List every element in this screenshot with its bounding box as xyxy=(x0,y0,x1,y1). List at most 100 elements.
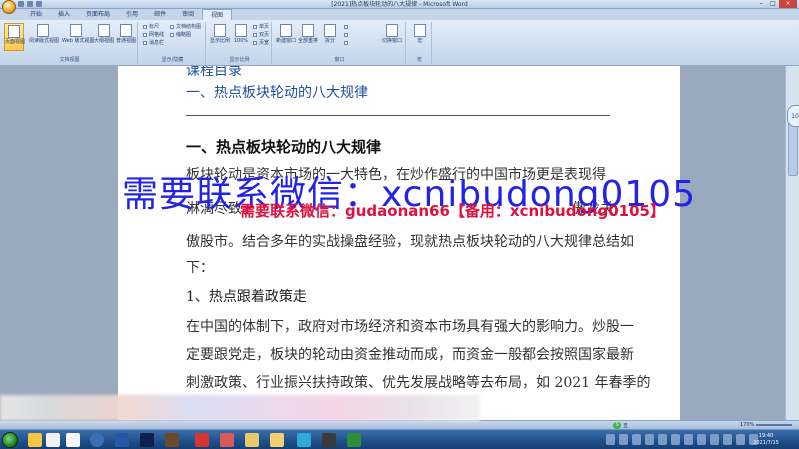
document-views-label: 文档视图 xyxy=(59,57,80,63)
tray-icon[interactable] xyxy=(632,434,641,445)
message-bar-checkbox[interactable]: 消息栏 xyxy=(143,40,164,46)
tab-home[interactable]: 开始 xyxy=(22,9,50,20)
chat-app-icon[interactable] xyxy=(297,433,311,447)
clock[interactable]: 19:40 2021/7/15 xyxy=(746,433,786,447)
divider xyxy=(186,115,610,116)
zoom-button[interactable]: 显示比例 xyxy=(210,23,230,51)
hundred-percent-button[interactable]: 100% xyxy=(231,23,251,51)
folder-icon[interactable] xyxy=(245,433,259,447)
tray-icon[interactable] xyxy=(645,434,654,445)
tab-view[interactable]: 视图 xyxy=(202,9,233,20)
tab-insert[interactable]: 插入 xyxy=(50,9,78,20)
zoom-level[interactable]: 170% xyxy=(740,422,754,428)
print-layout-button[interactable]: 页面视图 xyxy=(4,23,25,51)
maximize-button[interactable]: □ xyxy=(767,0,779,8)
draft-button[interactable]: 普通视图 xyxy=(116,23,136,51)
document-views-group: 页面视图 阅读版式视图 Web 版式视图 大纲视图 普通视图 文档视图 xyxy=(2,22,138,64)
print-layout-icon xyxy=(8,25,20,38)
side-by-side-button[interactable] xyxy=(344,24,350,30)
ime-logo-icon: S xyxy=(613,422,621,429)
macros-icon xyxy=(414,24,426,37)
tray-icon[interactable] xyxy=(697,434,706,445)
app-k-icon[interactable] xyxy=(90,433,104,447)
zoom-group: 显示比例 100% 单页 双页 页宽 显示比例 xyxy=(208,22,272,64)
outline-icon xyxy=(98,24,110,37)
tab-references[interactable]: 引用 xyxy=(118,9,146,20)
reading-layout-button[interactable]: 阅读版式视图 xyxy=(29,23,59,51)
hundred-percent-icon xyxy=(235,24,247,37)
tab-mailings[interactable]: 邮件 xyxy=(146,9,174,20)
web-layout-icon xyxy=(70,24,82,37)
tray-icon[interactable] xyxy=(736,434,745,445)
document-page[interactable]: 课程目录 一、热点板块轮动的八大规律 一、热点板块轮动的八大规律 板块轮动是资本… xyxy=(118,66,680,420)
toc-item[interactable]: 一、热点板块轮动的八大规律 xyxy=(186,82,368,102)
gridlines-checkbox[interactable]: 网格线 xyxy=(143,32,164,38)
folder2-icon[interactable] xyxy=(270,433,284,447)
paragraph-line: 傲股市。结合多年的实战操盘经验，现就热点板块轮动的八大规律总结如 xyxy=(186,234,634,250)
macros-group: 宏 宏 xyxy=(408,22,432,64)
tray-icon[interactable] xyxy=(658,434,667,445)
media-icon[interactable] xyxy=(66,433,80,447)
paragraph-line: 下： xyxy=(186,260,214,276)
page-width-button[interactable]: 页宽 xyxy=(253,40,269,46)
tray-icon[interactable] xyxy=(606,434,615,445)
macros-group-label: 宏 xyxy=(416,57,422,63)
minimize-button[interactable]: – xyxy=(755,0,767,8)
close-button[interactable]: × xyxy=(779,0,797,8)
photoshop-icon[interactable] xyxy=(140,433,154,447)
clock-time: 19:40 xyxy=(758,433,774,439)
section-heading: 一、热点板块轮动的八大规律 xyxy=(186,138,382,156)
word-taskbar-icon[interactable] xyxy=(115,433,129,447)
camera-app-icon[interactable] xyxy=(322,433,336,447)
sync-scroll-button[interactable] xyxy=(344,32,350,38)
tray-icon[interactable] xyxy=(723,434,732,445)
horse-app-icon[interactable] xyxy=(165,433,179,447)
new-window-button[interactable]: 新建窗口 xyxy=(276,23,296,51)
side-float-badge[interactable]: 10 xyxy=(787,105,799,127)
tray-icon[interactable] xyxy=(671,434,680,445)
ruler-checkbox[interactable]: 标尺 xyxy=(143,24,159,30)
arrange-all-button[interactable]: 全部重排 xyxy=(298,23,318,51)
one-page-button[interactable]: 单页 xyxy=(253,24,269,30)
red-app-icon[interactable] xyxy=(195,433,209,447)
paragraph-line: 在中国的体制下，政府对市场经济和资本市场具有强大的影响力。炒股一 xyxy=(186,319,634,335)
document-map-checkbox[interactable]: 文档结构图 xyxy=(170,24,201,30)
tab-review[interactable]: 审阅 xyxy=(174,9,202,20)
blurred-overlay xyxy=(0,395,480,421)
window-controls: – □ × xyxy=(755,0,797,8)
reading-layout-icon xyxy=(37,24,49,37)
window-title: [2021]热点板块轮动的八大规律 - Microsoft Word xyxy=(331,1,468,8)
office-button[interactable] xyxy=(2,0,16,14)
tray-icon[interactable] xyxy=(684,434,693,445)
document-area: 课程目录 一、热点板块轮动的八大规律 一、热点板块轮动的八大规律 板块轮动是资本… xyxy=(0,66,785,420)
show-hide-group: 标尺 网格线 消息栏 文档结构图 缩略图 显示/隐藏 xyxy=(140,22,206,64)
macros-button[interactable]: 宏 xyxy=(410,23,430,51)
draft-icon xyxy=(120,24,132,37)
green-app-icon[interactable] xyxy=(347,433,361,447)
status-bar: S 五 170% xyxy=(0,420,799,429)
thumbnails-checkbox[interactable]: 缩略图 xyxy=(170,32,191,38)
reset-position-button[interactable] xyxy=(344,40,350,46)
outline-button[interactable]: 大纲视图 xyxy=(94,23,114,51)
tab-page-layout[interactable]: 页面布局 xyxy=(78,9,118,20)
system-tray xyxy=(606,434,758,445)
arrange-all-icon xyxy=(302,24,314,37)
window-group-label: 窗口 xyxy=(334,57,345,63)
toc-heading: 课程目录 xyxy=(186,66,242,79)
ribbon: 页面视图 阅读版式视图 Web 版式视图 大纲视图 普通视图 文档视图 标尺 网… xyxy=(0,20,799,66)
tray-icon[interactable] xyxy=(710,434,719,445)
split-icon xyxy=(324,24,336,37)
avatar-app-icon[interactable] xyxy=(220,433,234,447)
split-button[interactable]: 拆分 xyxy=(320,23,340,51)
start-button[interactable] xyxy=(2,432,18,448)
explorer-icon[interactable] xyxy=(28,433,42,447)
switch-window-button[interactable]: 切换窗口 xyxy=(382,23,402,51)
browser-icon[interactable] xyxy=(46,433,60,447)
zoom-slider[interactable] xyxy=(756,424,792,426)
clock-date: 2021/7/15 xyxy=(753,440,779,446)
tray-icon[interactable] xyxy=(619,434,628,445)
web-layout-button[interactable]: Web 版式视图 xyxy=(62,23,95,51)
two-pages-button[interactable]: 双页 xyxy=(253,32,269,38)
zoom-group-label: 显示比例 xyxy=(229,57,250,63)
window-group: 新建窗口 全部重排 拆分 切换窗口 窗口 xyxy=(274,22,406,64)
